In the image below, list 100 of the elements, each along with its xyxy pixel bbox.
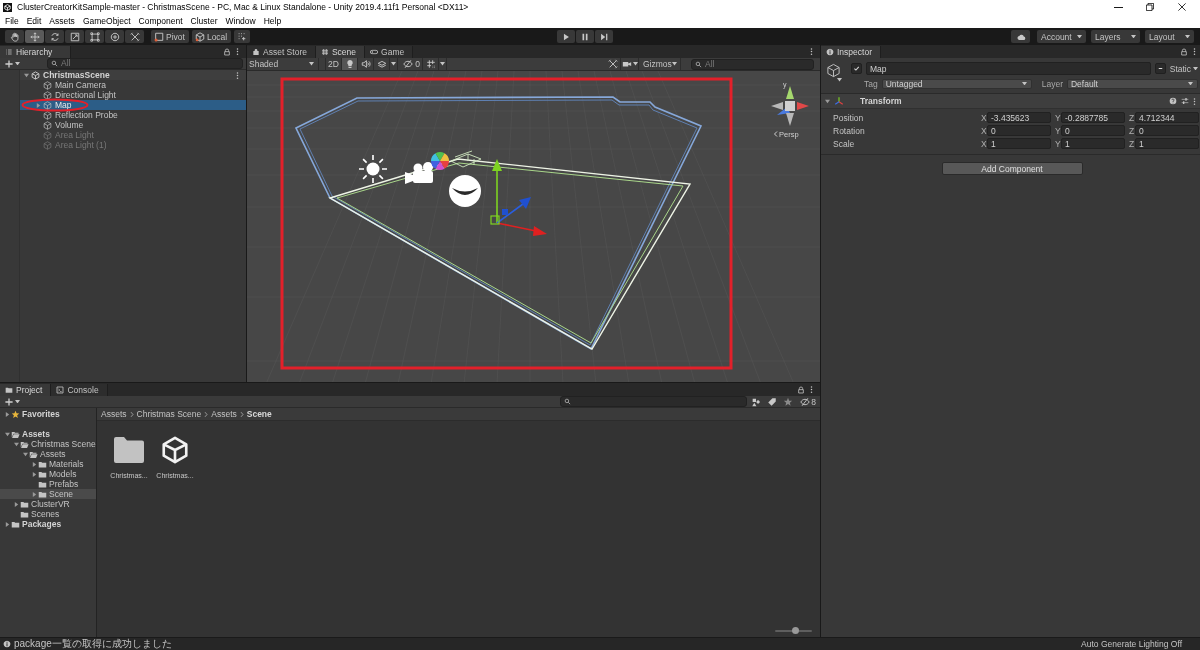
hierarchy-tab[interactable]: Hierarchy [0,46,72,58]
transform-tool-button[interactable] [105,30,124,43]
menu-item[interactable]: Edit [26,16,42,26]
toolbar-dropdown[interactable]: Layout [1145,30,1194,43]
create-button[interactable] [3,58,22,69]
collapsed-arrow-icon[interactable] [13,501,19,507]
more-icon[interactable] [810,47,813,56]
toolbar-dropdown[interactable]: Layers [1091,30,1140,43]
project-tab[interactable]: Project [0,384,52,396]
collapsed-arrow-icon[interactable] [36,102,41,108]
project-tree-item[interactable]: Christmas Scene [0,439,96,449]
custom-tool-button[interactable] [125,30,144,43]
project-tree-item[interactable]: Models [0,469,96,479]
menu-item[interactable]: File [5,16,19,26]
pause-button[interactable] [576,30,594,43]
expanded-arrow-icon[interactable] [4,431,10,437]
slider-thumb[interactable] [791,626,799,634]
hierarchy-item[interactable]: Volume [20,120,246,130]
component-header[interactable]: Transform [821,94,1200,109]
hidden-packages-toggle[interactable]: 8 [799,396,817,407]
chevron-icon[interactable] [774,131,778,137]
number-field[interactable]: 0 [1061,125,1125,136]
breadcrumb-link[interactable]: Assets [101,409,127,419]
project-tree-item[interactable]: Scene [0,489,96,499]
hierarchy-item[interactable]: Main Camera [20,80,246,90]
more-icon[interactable] [236,70,239,80]
number-field[interactable]: -3.435623 [987,112,1051,123]
expanded-arrow-icon[interactable] [13,441,19,447]
lock-icon[interactable] [223,47,231,56]
project-tab[interactable]: Console [51,384,108,396]
lock-icon[interactable] [797,385,805,394]
menu-item[interactable]: Cluster [190,16,218,26]
shading-mode-dropdown[interactable]: Shaded [247,58,319,70]
collapsed-arrow-icon[interactable] [31,461,37,467]
hand-tool-button[interactable] [5,30,24,43]
create-button[interactable] [3,396,22,407]
project-tree-item[interactable]: Assets [0,429,96,439]
more-icon[interactable] [236,47,239,56]
presets-icon[interactable] [1181,97,1189,105]
project-tree-item[interactable]: Packages [0,519,96,529]
project-tree-item[interactable]: Materials [0,459,96,469]
hidden-objects-toggle[interactable]: 0 [401,58,423,70]
number-field[interactable]: 1 [987,138,1051,149]
pivot-toggle[interactable]: Pivot [151,30,189,43]
layer-dropdown[interactable]: Default [1067,78,1198,89]
project-tree-item[interactable]: ClusterVR [0,499,96,509]
icon-size-slider[interactable] [775,629,812,632]
camera-dropdown[interactable] [621,58,639,70]
number-field[interactable]: -0.2887785 [1061,112,1125,123]
number-field[interactable]: 0 [1135,125,1199,136]
scene-tab[interactable]: Scene [315,46,366,58]
more-icon[interactable] [1193,96,1196,106]
play-button[interactable] [557,30,575,43]
number-field[interactable]: 1 [1061,138,1125,149]
label-filter-button[interactable] [765,396,779,407]
menu-item[interactable]: Assets [49,16,75,26]
hierarchy-item[interactable]: Directional Light [20,90,246,100]
number-field[interactable]: 1 [1135,138,1199,149]
expanded-arrow-icon[interactable] [24,72,29,78]
effects-menu-button[interactable] [390,58,398,70]
grid-snap-button[interactable] [234,30,251,43]
lighting-toggle[interactable] [342,58,358,70]
menu-item[interactable]: Help [263,16,282,26]
collapsed-arrow-icon[interactable] [31,471,37,477]
breadcrumb-link[interactable]: Assets [211,409,237,419]
lock-icon[interactable] [1180,47,1188,56]
collapsed-arrow-icon[interactable] [4,411,10,417]
number-field[interactable]: 0 [987,125,1051,136]
hierarchy-item[interactable]: Map [20,100,246,110]
active-checkbox[interactable] [851,63,862,74]
local-toggle[interactable]: Local [191,30,232,43]
grid-menu-button[interactable] [439,58,447,70]
expanded-arrow-icon[interactable] [825,98,830,104]
static-dropdown[interactable]: Static [1169,63,1198,74]
rotate-tool-button[interactable] [45,30,64,43]
hierarchy-item[interactable]: Reflection Probe [20,110,246,120]
menu-item[interactable]: Component [138,16,183,26]
menu-item[interactable]: GameObject [82,16,131,26]
scene-tab[interactable]: Game [365,46,414,58]
inspector-tab[interactable]: Inspector [821,46,881,58]
toolbar-dropdown[interactable]: Account [1037,30,1086,43]
step-button[interactable] [595,30,613,43]
more-icon[interactable] [1193,47,1196,56]
collapsed-arrow-icon[interactable] [31,491,37,497]
tag-dropdown[interactable]: Untagged [881,78,1032,89]
help-icon[interactable] [1169,97,1177,105]
static-checkbox[interactable] [1154,63,1166,74]
breadcrumb-link[interactable]: Scene [246,409,272,419]
scale-tool-button[interactable] [65,30,84,43]
gizmos-dropdown[interactable]: Gizmos [639,58,681,70]
project-tree-item[interactable]: Scenes [0,509,96,519]
project-tree-item[interactable]: Assets [0,449,96,459]
hierarchy-item[interactable]: ChristmasScene [20,70,246,80]
search-field[interactable] [560,396,747,407]
menu-item[interactable]: Window [225,16,256,26]
rect-tool-button[interactable] [85,30,104,43]
name-field[interactable]: Map [866,62,1151,75]
add-component-button[interactable]: Add Component [941,162,1083,175]
scene-tab[interactable]: Asset Store [247,46,316,58]
expanded-arrow-icon[interactable] [22,451,28,457]
